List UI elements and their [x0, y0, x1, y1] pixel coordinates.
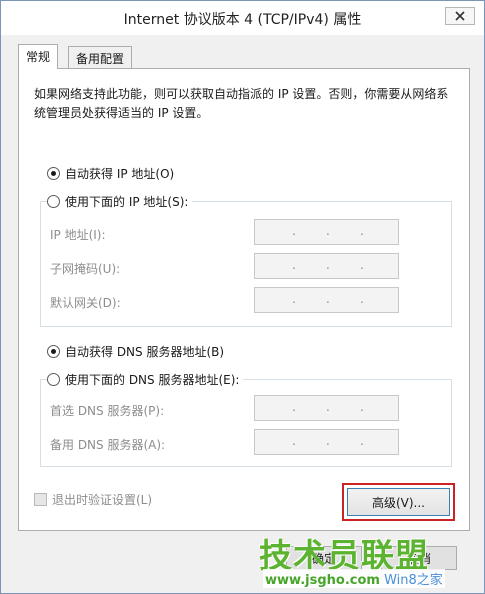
radio-manual-ip-label: 使用下面的 IP 地址(S): [65, 195, 189, 209]
radio-auto-ip[interactable]: 自动获得 IP 地址(O) [47, 165, 179, 182]
advanced-button[interactable]: 高级(V)... [347, 488, 450, 516]
checkbox-indicator [34, 493, 47, 506]
tab-general[interactable]: 常规 [18, 44, 59, 69]
radio-indicator [47, 345, 60, 358]
radio-auto-dns[interactable]: 自动获得 DNS 服务器地址(B) [47, 343, 229, 360]
radio-manual-ip[interactable]: 使用下面的 IP 地址(S): [47, 193, 193, 210]
validate-on-exit-checkbox[interactable]: 退出时验证设置(L) [34, 491, 152, 508]
preferred-dns-label: 首选 DNS 服务器(P): [50, 404, 165, 418]
alternate-dns-input[interactable]: ... [254, 429, 399, 455]
radio-manual-dns-label: 使用下面的 DNS 服务器地址(E): [65, 373, 240, 387]
default-gateway-input[interactable]: ... [254, 287, 399, 313]
radio-auto-dns-label: 自动获得 DNS 服务器地址(B) [65, 345, 225, 359]
ip-address-input[interactable]: ... [254, 219, 399, 245]
preferred-dns-input[interactable]: ... [254, 395, 399, 421]
tab-alternate-config[interactable]: 备用配置 [68, 46, 133, 68]
watermark-brand: Win8之家 [384, 573, 443, 588]
close-icon [455, 11, 465, 21]
alternate-dns-label: 备用 DNS 服务器(A): [50, 438, 166, 452]
radio-manual-dns[interactable]: 使用下面的 DNS 服务器地址(E): [47, 371, 244, 388]
validate-on-exit-label: 退出时验证设置(L) [52, 493, 153, 507]
dialog-window: Internet 协议版本 4 (TCP/IPv4) 属性 常规 备用配置 如果… [0, 0, 485, 594]
general-panel: 如果网络支持此功能，则可以获取自动指派的 IP 设置。否则，你需要从网络系统管理… [18, 68, 470, 531]
radio-indicator [47, 195, 60, 208]
title-bar[interactable]: Internet 协议版本 4 (TCP/IPv4) 属性 [1, 1, 484, 35]
watermark-site: www.jsgho.com [265, 573, 380, 588]
window-title: Internet 协议版本 4 (TCP/IPv4) 属性 [123, 12, 362, 28]
radio-indicator [47, 373, 60, 386]
subnet-mask-label: 子网掩码(U): [50, 262, 121, 276]
radio-indicator [47, 167, 60, 180]
watermark-subtext: www.jsgho.com Win8之家 [263, 569, 445, 588]
radio-auto-ip-label: 自动获得 IP 地址(O) [65, 167, 175, 181]
description-text: 如果网络支持此功能，则可以获取自动指派的 IP 设置。否则，你需要从网络系统管理… [34, 87, 449, 120]
subnet-mask-input[interactable]: ... [254, 253, 399, 279]
ip-address-label: IP 地址(I): [50, 228, 106, 242]
site-watermark: 技术员联盟 www.jsgho.com Win8之家 [259, 529, 479, 591]
default-gateway-label: 默认网关(D): [50, 296, 121, 310]
close-button[interactable] [445, 7, 475, 25]
